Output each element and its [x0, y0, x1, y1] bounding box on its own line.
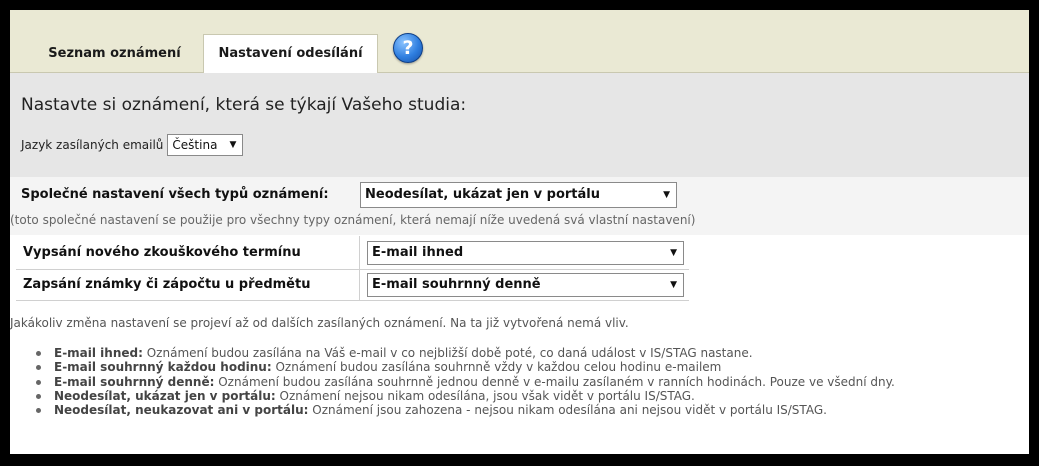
legend-item: E-mail ihned: Oznámení budou zasílána na…: [36, 346, 895, 360]
dropdown-arrow-icon: ▼: [229, 140, 237, 150]
common-settings-label: Společné nastavení všech typů oznámení:: [21, 187, 329, 202]
legend-desc: Oznámení budou zasílána na Váš e-mail v …: [142, 346, 753, 360]
change-note: Jakákoliv změna nastavení se projeví až …: [10, 316, 629, 330]
setting-row: Vypsání nového zkouškového termínu E-mai…: [16, 236, 689, 270]
setting-row-label: Vypsání nového zkouškového termínu: [23, 245, 301, 260]
common-settings-note: (toto společné nastavení se použije pro …: [10, 213, 696, 227]
legend-term: E-mail souhrnný denně:: [54, 374, 215, 389]
grade-credit-select-value: E-mail souhrnný denně: [372, 277, 541, 292]
question-mark-icon[interactable]: ?: [393, 33, 423, 63]
options-legend: E-mail ihned: Oznámení budou zasílána na…: [36, 346, 895, 418]
legend-item: Neodesílat, neukazovat ani v portálu: Oz…: [36, 403, 895, 418]
legend-term: E-mail souhrnný každou hodinu:: [54, 360, 272, 375]
language-row: Jazyk zasílaných emailů Čeština ▼: [21, 133, 244, 157]
tab-notification-list[interactable]: Seznam oznámení: [27, 35, 202, 72]
legend-term: E-mail ihned:: [54, 346, 143, 360]
legend-term: Neodesílat, neukazovat ani v portálu:: [54, 403, 309, 418]
dropdown-arrow-icon: ▼: [670, 248, 677, 258]
grade-credit-select[interactable]: E-mail souhrnný denně ▼: [367, 273, 684, 297]
legend-item: Neodesílat, ukázat jen v portálu: Oznáme…: [36, 388, 895, 403]
language-select[interactable]: Čeština ▼: [167, 134, 244, 156]
dropdown-arrow-icon: ▼: [663, 190, 670, 200]
row-divider: [359, 270, 360, 300]
notification-settings-panel: Seznam oznámení Nastavení odesílání ? Na…: [10, 10, 1029, 454]
legend-item: E-mail souhrnný denně: Oznámení budou za…: [36, 374, 895, 389]
legend-term: Neodesílat, ukázat jen v portálu:: [54, 388, 276, 403]
legend-desc: Oznámení jsou zahozena - nejsou nikam od…: [308, 403, 827, 418]
exam-term-select[interactable]: E-mail ihned ▼: [367, 241, 684, 265]
common-settings-section: Společné nastavení všech typů oznámení: …: [10, 177, 1029, 235]
tab-bar: Seznam oznámení Nastavení odesílání ?: [10, 10, 1029, 73]
dropdown-arrow-icon: ▼: [670, 280, 677, 290]
intro-section: Nastavte si oznámení, která se týkají Va…: [10, 73, 1029, 177]
legend-item: E-mail souhrnný každou hodinu: Oznámení …: [36, 360, 895, 375]
common-settings-select[interactable]: Neodesílat, ukázat jen v portálu ▼: [360, 182, 677, 208]
exam-term-select-value: E-mail ihned: [372, 245, 464, 260]
language-label: Jazyk zasílaných emailů: [21, 138, 164, 152]
page-title: Nastavte si oznámení, která se týkají Va…: [21, 95, 467, 115]
legend-desc: Oznámení budou zasílána souhrnně jednou …: [214, 374, 895, 389]
tab-sending-settings[interactable]: Nastavení odesílání: [203, 34, 378, 73]
setting-row: Zapsání známky či zápočtu u předmětu E-m…: [16, 270, 689, 301]
common-settings-value: Neodesílat, ukázat jen v portálu: [365, 187, 601, 202]
language-select-value: Čeština: [172, 138, 218, 152]
legend-desc: Oznámení nejsou nikam odesílána, jsou vš…: [275, 388, 695, 403]
setting-row-label: Zapsání známky či zápočtu u předmětu: [23, 277, 311, 292]
row-divider: [359, 236, 360, 269]
legend-desc: Oznámení budou zasílána souhrnně vždy v …: [271, 360, 722, 375]
